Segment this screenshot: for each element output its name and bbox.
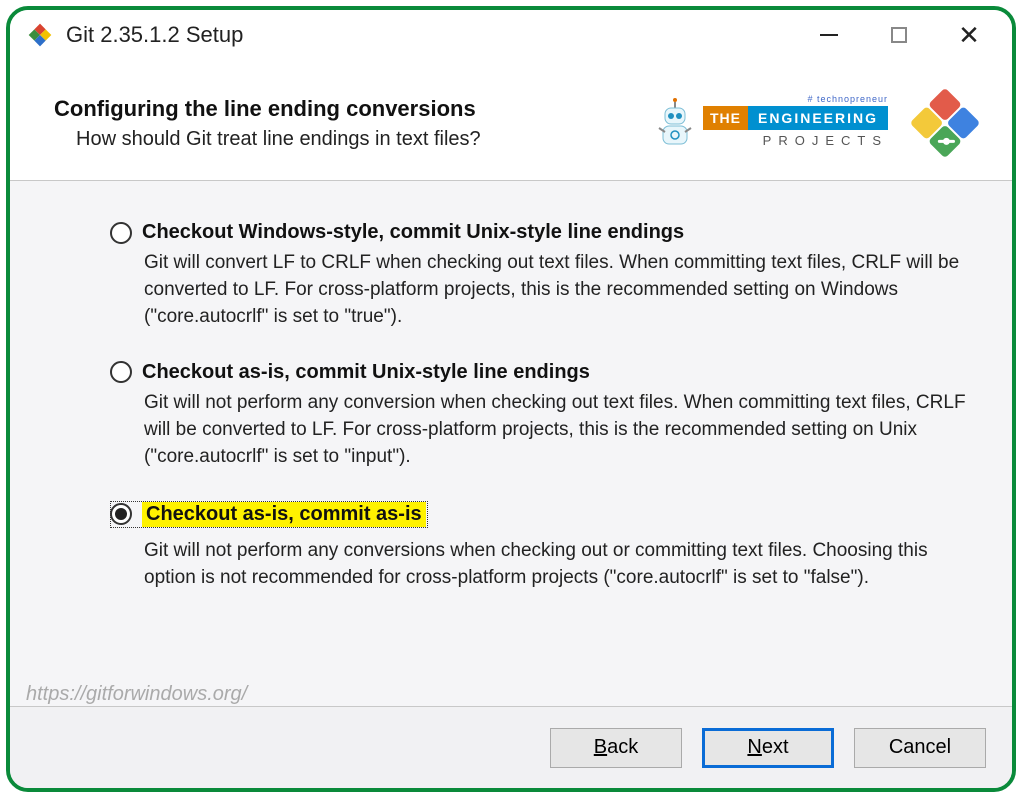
header: Configuring the line ending conversions … — [10, 60, 1012, 181]
header-text: Configuring the line ending conversions … — [54, 96, 633, 151]
option-desc: Git will not perform any conversions whe… — [144, 538, 978, 592]
cancel-button[interactable]: Cancel — [854, 728, 986, 768]
diamond-icon — [906, 84, 984, 162]
logo-the: THE — [703, 106, 748, 130]
header-logos: # technopreneur THE ENGINEERING PROJECTS — [653, 84, 984, 162]
content-area: Checkout Windows-style, commit Unix-styl… — [10, 181, 1012, 707]
page-subtitle: How should Git treat line endings in tex… — [54, 128, 633, 151]
option-label: Checkout as-is, commit as-is — [142, 502, 426, 527]
option-desc: Git will not perform any conversion when… — [144, 390, 978, 471]
option-windows-style: Checkout Windows-style, commit Unix-styl… — [110, 221, 978, 331]
installer-window: Git 2.35.1.2 Setup ✕ Configuring the lin… — [6, 6, 1016, 792]
option-label: Checkout as-is, commit Unix-style line e… — [142, 361, 590, 384]
window-title: Git 2.35.1.2 Setup — [66, 22, 794, 48]
option-label: Checkout Windows-style, commit Unix-styl… — [142, 221, 684, 244]
app-icon — [28, 23, 52, 47]
logo-tagline: # technopreneur — [703, 94, 888, 104]
maximize-button[interactable] — [864, 10, 934, 60]
page-title: Configuring the line ending conversions — [54, 96, 633, 122]
back-button[interactable]: Back — [550, 728, 682, 768]
logo-projects: PROJECTS — [703, 133, 888, 148]
engineering-projects-logo: # technopreneur THE ENGINEERING PROJECTS — [653, 94, 888, 152]
radio-checkout-asis-commit-unix[interactable]: Checkout as-is, commit Unix-style line e… — [110, 361, 978, 384]
option-desc: Git will convert LF to CRLF when checkin… — [144, 250, 978, 331]
option-checkout-asis-commit-unix: Checkout as-is, commit Unix-style line e… — [110, 361, 978, 471]
next-button[interactable]: Next — [702, 728, 834, 768]
window-controls: ✕ — [794, 10, 1004, 60]
radio-checkout-asis-commit-asis[interactable]: Checkout as-is, commit as-is — [110, 501, 428, 528]
logo-engineering: ENGINEERING — [748, 106, 888, 130]
robot-icon — [653, 94, 697, 152]
option-checkout-asis-commit-asis: Checkout as-is, commit as-is Git will no… — [110, 501, 978, 592]
footer-url: https://gitforwindows.org/ — [26, 683, 247, 706]
radio-icon — [110, 361, 132, 383]
radio-icon — [110, 503, 132, 525]
titlebar: Git 2.35.1.2 Setup ✕ — [10, 10, 1012, 60]
radio-icon — [110, 222, 132, 244]
radio-windows-style[interactable]: Checkout Windows-style, commit Unix-styl… — [110, 221, 978, 244]
close-button[interactable]: ✕ — [934, 10, 1004, 60]
minimize-button[interactable] — [794, 10, 864, 60]
button-bar: Back Next Cancel — [10, 706, 1012, 788]
